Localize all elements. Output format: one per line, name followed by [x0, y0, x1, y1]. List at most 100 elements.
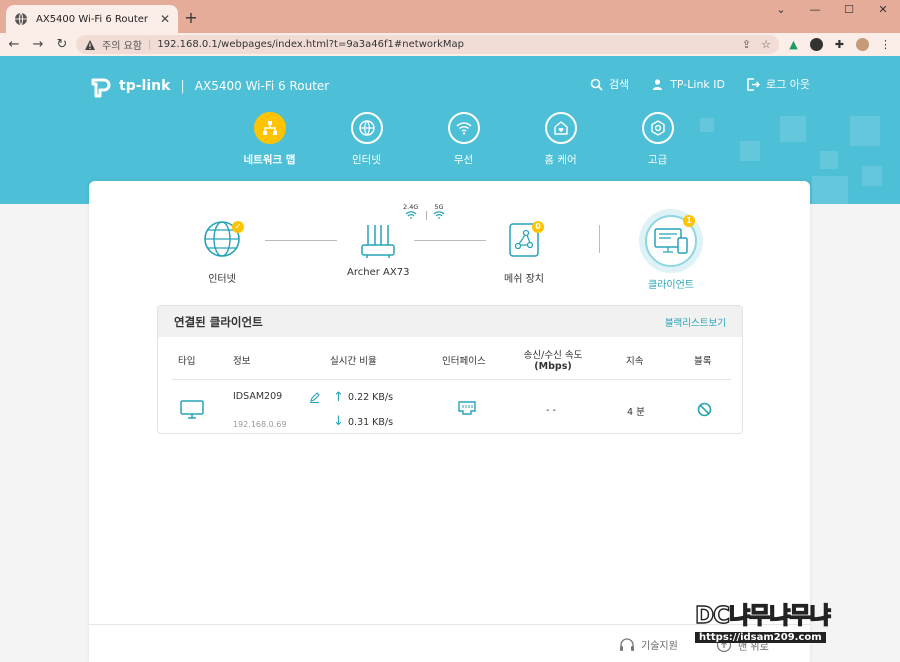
bookmark-star-icon[interactable]: ☆: [761, 38, 771, 51]
brand-divider: |: [180, 78, 185, 94]
wifi-24g-icon: [405, 211, 417, 219]
connection-duration: 4 분: [627, 407, 645, 418]
search-link[interactable]: 검색: [590, 76, 629, 92]
gear-icon: [650, 120, 665, 136]
decor-square: [850, 116, 880, 146]
col-speed-line1: 송신/수신 속도: [523, 350, 583, 361]
topology: ✓ 인터넷 2.4G | 5G Archer AX73 0 메쉬 장치 1 클라…: [89, 181, 810, 301]
col-duration: 지속: [626, 356, 644, 367]
profile-avatar-icon[interactable]: [856, 38, 869, 51]
nav-circle: [544, 112, 577, 144]
maximize-icon[interactable]: ☐: [832, 0, 866, 20]
nav-circle: [447, 112, 480, 144]
panel-header: 연결된 클라이언트 블랙리스트보기: [158, 306, 742, 337]
nav-circle: [641, 112, 674, 144]
minimize-icon[interactable]: —: [798, 0, 832, 20]
watermark: DC냐무냐무냐 https://idsam209.com: [694, 596, 885, 648]
tx-rx-speed: - -: [546, 405, 556, 416]
url-text[interactable]: 192.168.0.1/webpages/index.html?t=9a3a46…: [157, 39, 732, 50]
clients-node[interactable]: 1 클라이언트: [639, 209, 703, 291]
forward-icon[interactable]: →: [26, 37, 50, 52]
logout-link[interactable]: 로그 아웃: [747, 76, 810, 92]
download-rate: 0.31 KB/s: [348, 417, 394, 428]
globe-favicon-icon: [15, 12, 27, 26]
watermark-text: DC냐무냐무냐: [694, 602, 831, 629]
link-line: [265, 240, 337, 241]
mesh-node[interactable]: 0 메쉬 장치: [504, 221, 544, 285]
edit-pencil-icon[interactable]: [309, 392, 320, 403]
client-devices-icon: [654, 228, 688, 254]
block-icon[interactable]: [697, 402, 712, 417]
reload-icon[interactable]: ↻: [50, 37, 74, 52]
decor-square: [780, 116, 806, 142]
band-separator: |: [425, 211, 429, 221]
upload-arrow-icon: ↑: [333, 390, 344, 405]
decor-square: [812, 176, 848, 204]
decor-square: [820, 151, 838, 169]
tplink-logo-icon: [91, 78, 111, 98]
col-block: 블록: [694, 356, 712, 367]
decor-square: [862, 166, 882, 186]
nav-home-care[interactable]: 홈 케어: [512, 112, 609, 167]
share-icon[interactable]: ⇪: [742, 38, 751, 51]
close-window-icon[interactable]: ✕: [866, 0, 900, 20]
logo-text: tp-link: [119, 78, 171, 94]
tplink-id-link[interactable]: TP-Link ID: [651, 76, 725, 92]
wifi-icon: [455, 122, 472, 135]
wifi-5g-icon: [433, 211, 445, 219]
nav-label: 무선: [453, 154, 474, 166]
blacklist-link[interactable]: 블랙리스트보기: [665, 315, 726, 329]
address-separator: |: [147, 39, 152, 50]
router-node[interactable]: Archer AX73: [347, 221, 409, 278]
search-icon: [590, 78, 603, 91]
internet-label: 인터넷: [208, 274, 236, 285]
tab-title: AX5400 Wi-Fi 6 Router: [36, 13, 149, 25]
tab-close-icon[interactable]: ✕: [160, 12, 170, 26]
address-bar[interactable]: 주의 요함 | 192.168.0.1/webpages/index.html?…: [76, 35, 779, 54]
nav-wireless[interactable]: 무선: [415, 112, 512, 167]
clients-count-badge: 1: [683, 215, 695, 227]
col-speed: 송신/수신 속도 (Mbps): [516, 347, 590, 372]
logout-icon: [747, 77, 761, 91]
watermark-url: https://idsam209.com: [695, 632, 826, 643]
mesh-count-badge: 0: [532, 221, 544, 233]
chevron-down-icon[interactable]: ⌄: [764, 0, 798, 20]
col-realtime: 실시간 비율: [330, 356, 377, 367]
band-24g: 2.4G: [403, 203, 418, 219]
logout-label: 로그 아웃: [766, 78, 810, 91]
tplink-id-label: TP-Link ID: [670, 77, 726, 91]
browser-tab[interactable]: AX5400 Wi-Fi 6 Router ✕: [6, 5, 178, 33]
col-interface: 인터페이스: [442, 356, 486, 367]
nav-advanced[interactable]: 고급: [609, 112, 706, 167]
col-type: 타입: [178, 356, 196, 367]
extension-icons: ▲ ✚ ⋮: [787, 38, 892, 51]
nav-internet[interactable]: 인터넷: [318, 112, 415, 167]
connected-check-icon: ✓: [232, 221, 244, 233]
support-link[interactable]: 기술지원: [619, 637, 678, 652]
internet-node[interactable]: ✓ 인터넷: [202, 219, 244, 285]
topology-divider: [599, 225, 600, 253]
decor-square: [740, 141, 760, 161]
connected-clients-panel: 연결된 클라이언트 블랙리스트보기 타입 정보 실시간 비율 인터페이스 송신/…: [157, 305, 743, 434]
new-tab-icon[interactable]: +: [182, 8, 200, 27]
row-divider: [172, 379, 731, 380]
puzzle-icon[interactable]: ✚: [833, 38, 846, 51]
headset-icon: [620, 637, 634, 651]
band-24g-label: 2.4G: [403, 203, 419, 211]
ethernet-port-icon: [458, 401, 476, 415]
panel-title: 연결된 클라이언트: [174, 314, 263, 329]
security-label: 주의 요함: [102, 41, 142, 52]
band-5g: 5G: [433, 203, 445, 219]
network-map-icon: [262, 121, 277, 135]
top-links: 검색 TP-Link ID 로그 아웃: [590, 76, 810, 92]
menu-kebab-icon[interactable]: ⋮: [879, 38, 892, 51]
user-id-icon: [653, 78, 663, 90]
nav-circle: [350, 112, 383, 144]
nav-network-map[interactable]: 네트워크 맵: [221, 112, 318, 167]
download-arrow-icon: ↓: [333, 414, 344, 429]
extension-icon[interactable]: [810, 38, 823, 51]
globe-icon: [358, 120, 375, 136]
back-icon[interactable]: ←: [2, 37, 26, 52]
google-drive-icon[interactable]: ▲: [787, 38, 800, 51]
warning-icon[interactable]: [84, 39, 96, 51]
